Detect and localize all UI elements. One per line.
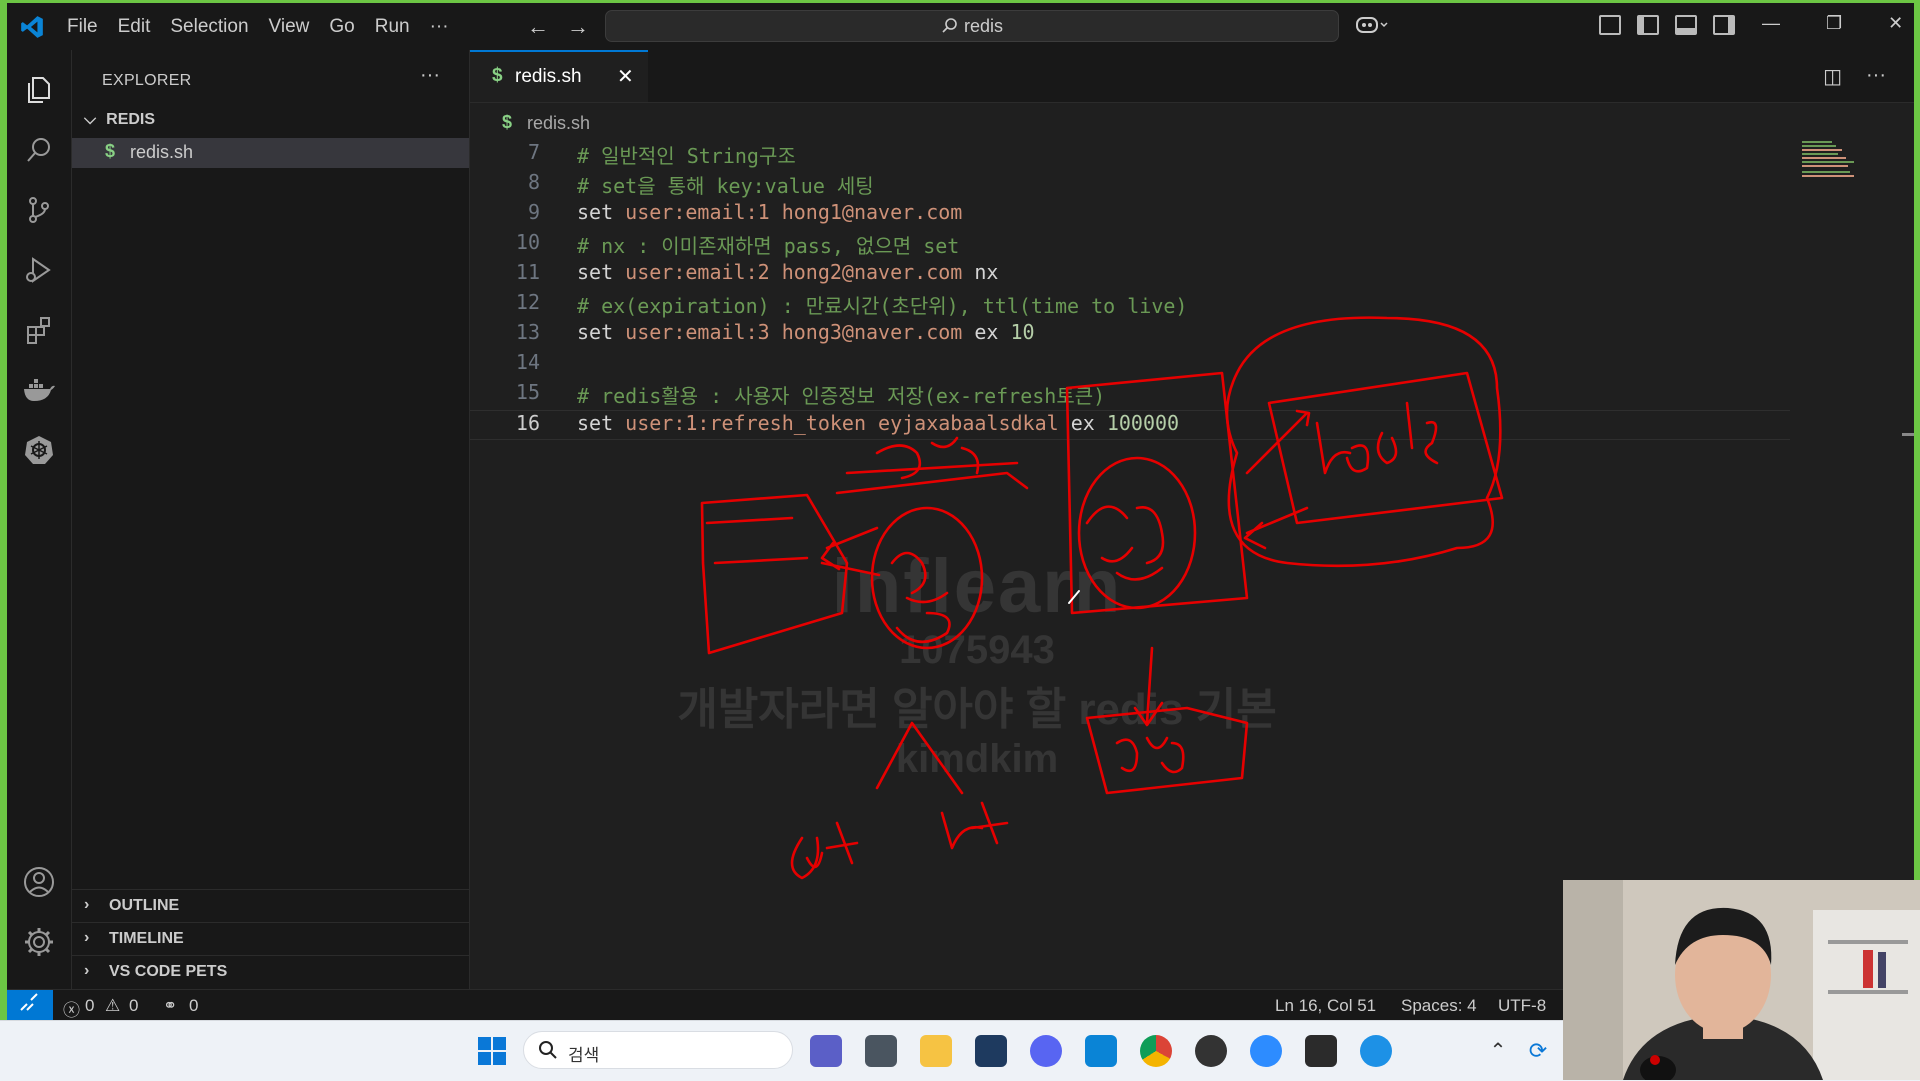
remote-indicator-icon[interactable]	[7, 990, 53, 1020]
docker-desktop-icon[interactable]	[1360, 1035, 1392, 1067]
vscode-window: File Edit Selection View Go Run ··· ← → …	[7, 3, 1914, 1020]
webcam-overlay	[1563, 880, 1920, 1080]
cursor-position[interactable]: Ln 16, Col 51	[1275, 996, 1376, 1016]
teams-icon[interactable]	[810, 1035, 842, 1067]
windows-start-icon[interactable]	[476, 1035, 508, 1067]
pen-annotation-drawing	[700, 316, 1504, 880]
sql-developer-icon[interactable]	[975, 1035, 1007, 1067]
vscode-taskbar-icon[interactable]	[1085, 1035, 1117, 1067]
ports-icon[interactable]: ⚭	[163, 996, 177, 1016]
taskbar-search[interactable]: 검색	[523, 1031, 793, 1069]
taskbar-search-placeholder: 검색	[568, 1046, 600, 1065]
search-icon	[539, 1041, 557, 1059]
error-count[interactable]: 0	[85, 996, 94, 1016]
warnings-icon[interactable]: ⚠	[105, 996, 120, 1016]
file-explorer-icon[interactable]	[920, 1035, 952, 1067]
warning-count[interactable]: 0	[129, 996, 138, 1016]
discord-icon[interactable]	[1030, 1035, 1062, 1067]
zoom-icon[interactable]	[1250, 1035, 1282, 1067]
sync-icon[interactable]: ⟳	[1522, 1035, 1554, 1067]
encoding[interactable]: UTF-8	[1498, 996, 1546, 1016]
terminal-icon[interactable]	[1305, 1035, 1337, 1067]
tray-chevron-up-icon[interactable]: ⌃	[1482, 1035, 1514, 1067]
ports-count[interactable]: 0	[189, 996, 198, 1016]
obs-icon[interactable]	[1195, 1035, 1227, 1067]
calculator-icon[interactable]	[865, 1035, 897, 1067]
indentation[interactable]: Spaces: 4	[1401, 996, 1477, 1016]
chrome-icon[interactable]	[1140, 1035, 1172, 1067]
errors-icon[interactable]: ⓧ	[63, 996, 80, 1020]
